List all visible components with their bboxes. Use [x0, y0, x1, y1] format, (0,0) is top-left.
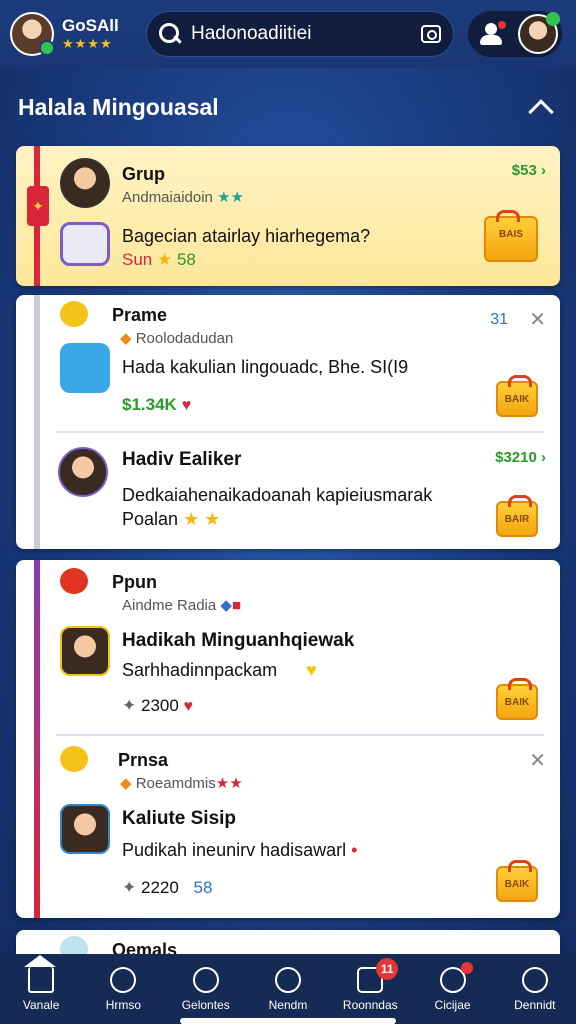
entry-title: Grup	[122, 164, 165, 184]
bag-icon[interactable]: BAIR	[496, 495, 538, 537]
online-badge	[39, 40, 55, 56]
message-icon	[60, 222, 110, 266]
price-link[interactable]: $3210 ›	[495, 449, 546, 466]
close-icon[interactable]: ✕	[529, 307, 546, 332]
chevron-up-icon[interactable]	[528, 99, 554, 125]
avatar[interactable]	[10, 12, 55, 56]
chat-badge-icon	[60, 301, 88, 327]
search-input[interactable]: Hadonoadiitiei	[191, 23, 421, 45]
bottom-nav: Vanale Hrmso Gelontes Nendm 11 Roonndas …	[0, 954, 576, 1024]
stat-row: ✦ 2300 ♥	[122, 696, 194, 715]
account-group	[468, 11, 562, 57]
section-title: Halala Mingouasal	[18, 93, 219, 120]
list-item[interactable]: Grup Andmaiaidoin ★★ $53 › Bagecian atai…	[16, 146, 560, 286]
notification-badge: 11	[376, 958, 399, 980]
nav-item-globe[interactable]: Gelontes	[165, 954, 247, 1024]
bag-icon[interactable]: BAIS	[484, 210, 538, 262]
home-icon	[24, 954, 57, 993]
notification-dot	[460, 962, 473, 974]
chat-badge-icon	[60, 746, 88, 772]
home-indicator	[180, 1018, 396, 1024]
close-icon[interactable]: ✕	[529, 748, 546, 773]
flame-icon: ◆	[120, 775, 132, 792]
entry-text: Pudikah ineunirv hadisawarl •	[122, 840, 358, 860]
document-icon	[60, 343, 110, 393]
list-item[interactable]: Ppun Aindme Radia ◆■ Hadikah Minguanhqie…	[16, 560, 560, 734]
entry-name: Kaliute Sisip	[122, 808, 237, 829]
user-avatar[interactable]	[518, 12, 560, 54]
nav-item-edit[interactable]: 11 Roonndas	[329, 954, 411, 1024]
list-item[interactable]: Prame ◆ Roolodadudan 31 ✕ Hada kakulian …	[16, 295, 560, 431]
star-icon: ★	[156, 250, 173, 269]
globe-icon	[192, 966, 219, 993]
profile-icon	[521, 966, 548, 993]
search-icon	[110, 966, 137, 993]
nav-item-share[interactable]: Cicijae	[411, 954, 493, 1024]
rating-stars: ★★★★	[62, 36, 113, 51]
entry-subtitle: ◆ Roeamdmis★★	[120, 775, 243, 792]
pin-icon: •	[351, 840, 358, 860]
user-notification-icon[interactable]	[478, 21, 506, 47]
stat-row: ✦ 2220 58	[122, 878, 213, 897]
nav-item-search[interactable]: Hrmso	[82, 954, 164, 1024]
app-name: GoSAll	[62, 16, 119, 35]
feed-card[interactable]: Prame ◆ Roolodadudan 31 ✕ Hada kakulian …	[16, 295, 560, 549]
stat-row: Sun ★ 58	[122, 250, 196, 269]
entry-title: Ppun	[112, 572, 157, 592]
stat-row: $1.34K ♥	[122, 395, 192, 414]
entry-subtitle: ◆ Roolodadudan	[120, 330, 234, 347]
compass-icon	[274, 966, 301, 993]
entry-title: Prnsa	[118, 750, 169, 770]
feed-card[interactable]: Ppun Aindme Radia ◆■ Hadikah Minguanhqie…	[16, 560, 560, 918]
entry-text-secondary: Poalan ★ ★	[122, 509, 221, 529]
avatar[interactable]	[58, 447, 108, 497]
heart-icon: ♥	[183, 698, 194, 715]
nav-item-compass[interactable]: Nendm	[247, 954, 329, 1024]
entry-name: Hadikah Minguanhqiewak	[122, 630, 355, 651]
section-header[interactable]: Halala Mingouasal	[0, 72, 576, 142]
count-label: 31	[490, 311, 508, 328]
tag-icon: ◆	[220, 597, 232, 614]
entry-subtitle: Andmaiaidoin ★★	[122, 189, 244, 206]
search-icon	[159, 23, 181, 45]
top-bar: GoSAll ★★★★ Hadonoadiitiei	[0, 0, 576, 68]
list-item[interactable]: Hadiv Ealiker $3210 › Dedkaiahenaikadoan…	[16, 433, 560, 549]
people-icon: ✦	[122, 696, 137, 715]
list-item[interactable]: Prnsa ◆ Roeamdmis★★ ✕ Kaliute Sisip Pudi…	[16, 736, 560, 918]
bag-icon[interactable]: BAIK	[496, 860, 538, 902]
avatar[interactable]	[60, 626, 110, 676]
entry-text: Hada kakulian lingouadc, Bhe. SI(I9	[122, 357, 409, 377]
star-icon: ★ ★	[183, 509, 221, 529]
nav-item-profile[interactable]: Dennidt	[494, 954, 576, 1024]
avatar[interactable]	[60, 158, 110, 208]
search-bar[interactable]: Hadonoadiitiei	[146, 11, 454, 57]
profile-block[interactable]: GoSAll ★★★★	[10, 12, 146, 56]
bag-icon[interactable]: BAIK	[496, 678, 538, 720]
camera-icon[interactable]	[421, 25, 441, 43]
runner-icon: ✦	[122, 878, 137, 897]
feed-card[interactable]: ✦ Grup Andmaiaidoin ★★ $53 › Bagecian at…	[16, 146, 560, 286]
bag-icon[interactable]: BAIK	[496, 375, 538, 417]
avatar[interactable]	[60, 804, 110, 854]
nav-item-home[interactable]: Vanale	[0, 954, 82, 1024]
entry-subtitle: Aindme Radia ◆■	[122, 597, 241, 614]
teal-stars-icon: ★★	[217, 189, 244, 206]
entry-title: Hadiv Ealiker	[122, 449, 242, 470]
entry-title: Prame	[112, 305, 168, 325]
entry-text: Dedkaiahenaikadoanah kapieiusmarak	[122, 485, 433, 505]
chat-badge-icon	[60, 568, 88, 594]
heart-icon: ♥	[306, 660, 317, 680]
entry-text: Sarhhadinnpackam ♥	[122, 660, 317, 680]
price-link[interactable]: $53 ›	[512, 162, 546, 179]
flame-icon: ◆	[120, 330, 132, 347]
heart-icon: ♥	[181, 397, 192, 414]
entry-text: Bagecian atairlay hiarhegema?	[122, 226, 371, 246]
